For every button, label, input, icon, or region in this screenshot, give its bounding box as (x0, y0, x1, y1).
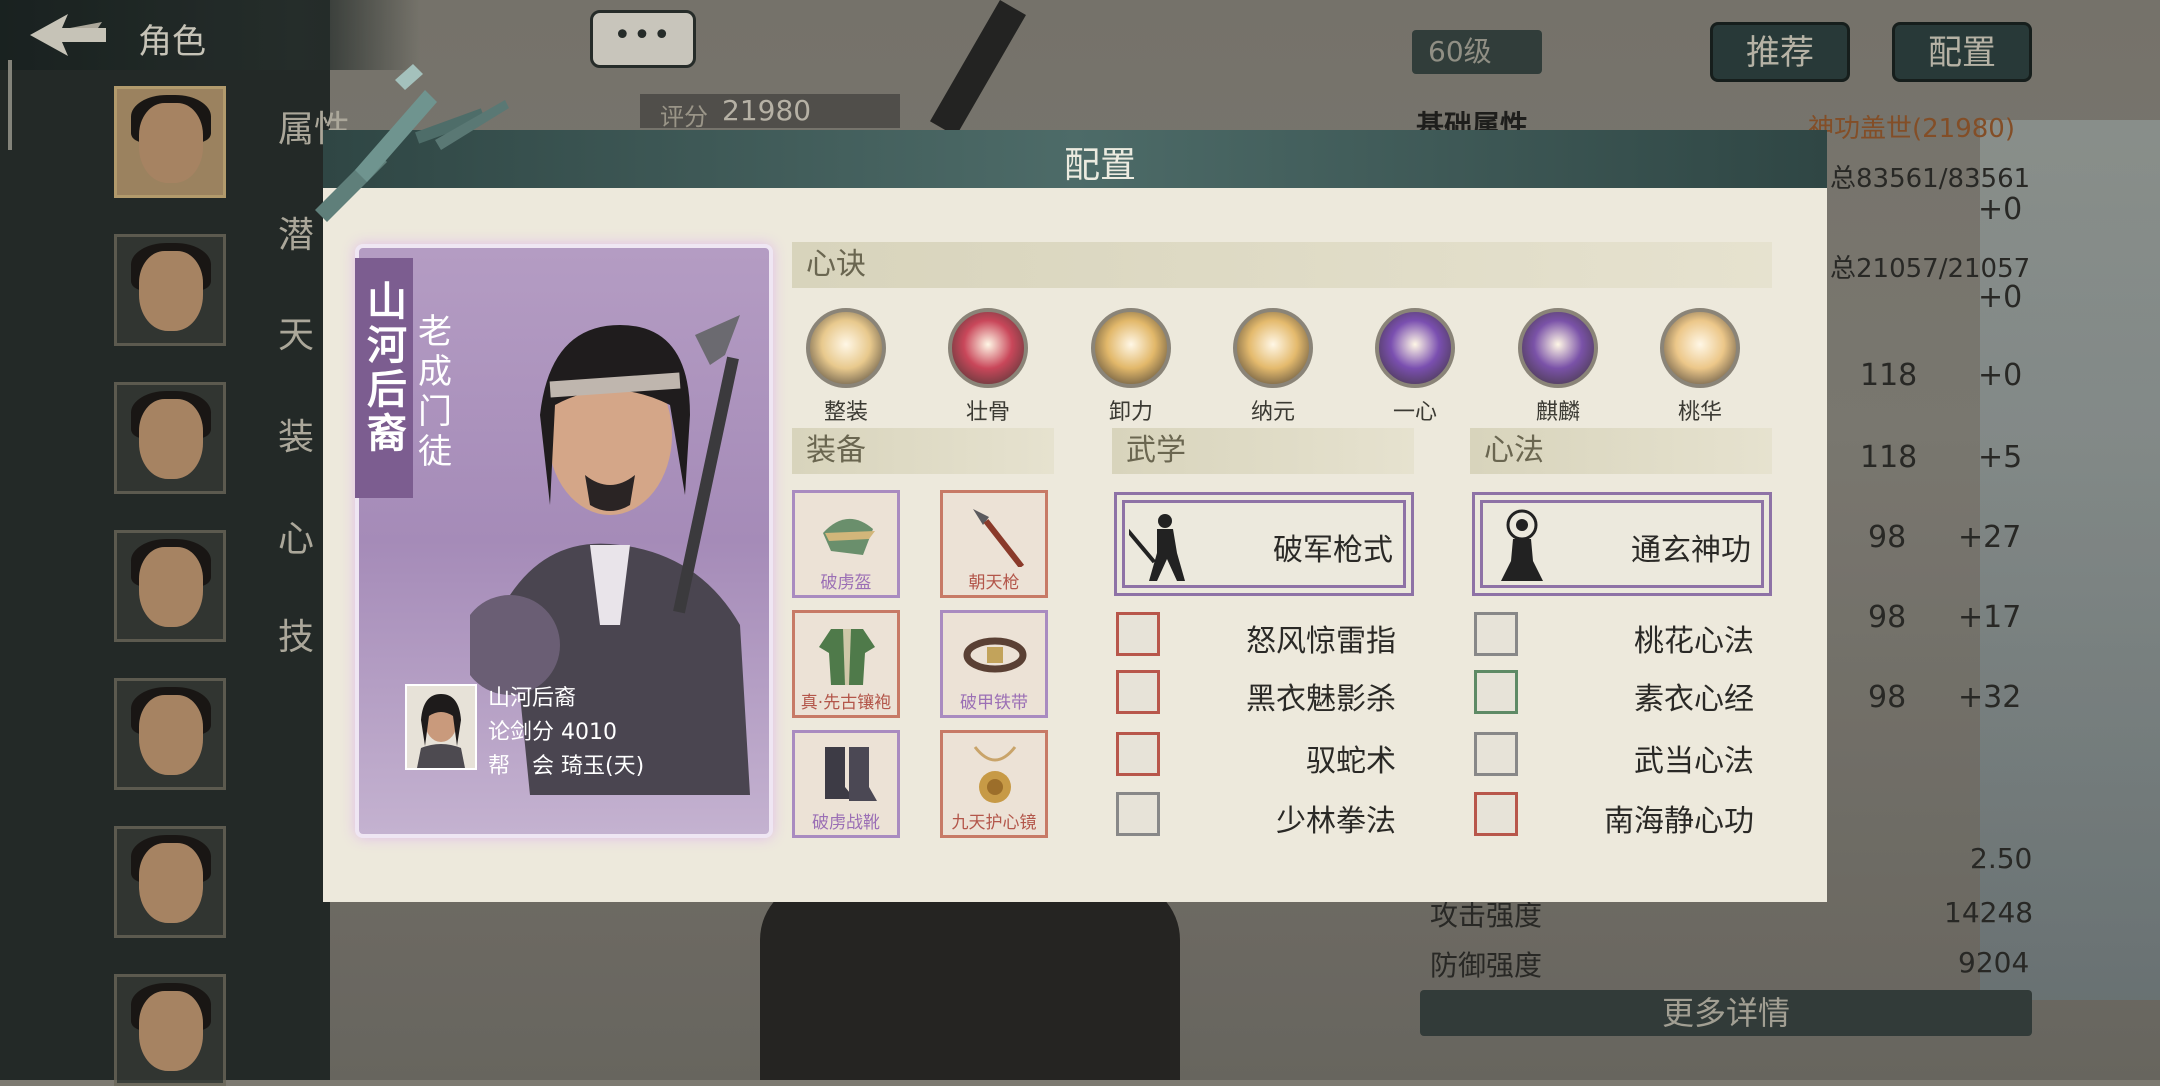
skill-name: 少林拳法 (1276, 804, 1396, 839)
equip-label: 真·先古镶袍 (800, 693, 892, 713)
skill-name: 桃花心法 (1634, 624, 1754, 659)
equip-label: 破虏战靴 (812, 813, 880, 833)
equip-label: 九天护心镜 (951, 813, 1037, 833)
xinfa-skill-row[interactable]: 素衣心经 (1474, 670, 1754, 718)
card-info-name: 山河后裔 (488, 686, 577, 711)
robe-icon (819, 629, 875, 685)
card-info-score: 论剑分 4010 (488, 720, 617, 745)
inner-art-icon (1474, 792, 1518, 836)
xinjue-orb-icon[interactable] (1660, 308, 1740, 388)
xinfa-section-title: 心法 (1470, 428, 1772, 474)
wuxue-skill-row[interactable]: 少林拳法 (1116, 792, 1396, 840)
wuxue-skill-row[interactable]: 驭蛇术 (1116, 732, 1396, 780)
helmet-icon (823, 518, 875, 555)
xinjue-orb-icon[interactable] (806, 308, 886, 388)
skill-name: 素衣心经 (1634, 682, 1754, 717)
wuxue-main-skill[interactable]: 破军枪式 (1114, 492, 1414, 596)
equip-slot-belt[interactable]: 破甲铁带 (940, 610, 1048, 718)
wuxue-section-title: 武学 (1112, 428, 1414, 474)
skill-name: 怒风惊雷指 (1246, 624, 1396, 659)
character-sect: 老成门徒 (418, 312, 452, 472)
skill-name: 驭蛇术 (1306, 744, 1396, 779)
xinjue-label: 一心 (1392, 400, 1437, 425)
card-info-guild: 帮 会 琦玉(天) (488, 754, 645, 779)
xinfa-main-name: 通玄神功 (1631, 533, 1751, 568)
boots-icon (825, 747, 877, 801)
meditation-icon (1501, 509, 1543, 581)
martial-skill-icon (1116, 612, 1160, 656)
xinjue-orb-icon[interactable] (1091, 308, 1171, 388)
xinjue-label: 整装 (823, 400, 868, 425)
xinjue-label: 壮骨 (965, 400, 1010, 425)
spear-icon (973, 509, 1025, 567)
equip-slot-amulet[interactable]: 九天护心镜 (940, 730, 1048, 838)
skill-name: 黑衣魅影杀 (1246, 682, 1396, 717)
modal-title: 配置 (1063, 145, 1136, 186)
amulet-icon (973, 746, 1017, 803)
martial-skill-icon (1116, 732, 1160, 776)
equip-slot-armor[interactable]: 真·先古镶袍 (792, 610, 900, 718)
equip-label: 破虏盔 (820, 573, 872, 593)
equipment-section-title: 装备 (792, 428, 1054, 474)
equip-slot-helmet[interactable]: 破虏盔 (792, 490, 900, 598)
xinjue-orb-icon[interactable] (1518, 308, 1598, 388)
wuxue-skill-row[interactable]: 怒风惊雷指 (1116, 612, 1396, 660)
inner-art-icon (1474, 670, 1518, 714)
skill-name: 武当心法 (1634, 744, 1754, 779)
character-name: 山河后裔 (367, 279, 407, 457)
equip-label: 破甲铁带 (960, 693, 1028, 713)
xinjue-orb-icon[interactable] (1233, 308, 1313, 388)
xinfa-skill-row[interactable]: 桃花心法 (1474, 612, 1754, 660)
xinjue-label: 纳元 (1250, 400, 1295, 425)
equip-slot-weapon[interactable]: 朝天枪 (940, 490, 1048, 598)
xinjue-orb-icon[interactable] (948, 308, 1028, 388)
skill-name: 南海静心功 (1604, 804, 1754, 839)
wuxue-skill-row[interactable]: 黑衣魅影杀 (1116, 670, 1396, 718)
xinfa-skill-row[interactable]: 南海静心功 (1474, 792, 1754, 840)
xinjue-label: 桃华 (1677, 400, 1722, 425)
spearman-icon (1129, 514, 1185, 581)
equip-label: 朝天枪 (968, 573, 1020, 593)
inner-art-icon (1474, 732, 1518, 776)
xinfa-main-skill[interactable]: 通玄神功 (1472, 492, 1772, 596)
equip-slot-boots[interactable]: 破虏战靴 (792, 730, 900, 838)
xinjue-label: 卸力 (1108, 400, 1153, 425)
belt-icon (963, 637, 1027, 673)
inner-art-icon (1474, 612, 1518, 656)
sword-ornament-icon (295, 60, 525, 240)
martial-skill-icon (1116, 670, 1160, 714)
mini-avatar (405, 684, 477, 770)
xinfa-skill-row[interactable]: 武当心法 (1474, 732, 1754, 780)
xinjue-orb-icon[interactable] (1375, 308, 1455, 388)
xinjue-section-title: 心诀 (792, 242, 1772, 288)
xinjue-label: 麒麟 (1535, 400, 1580, 425)
wuxue-main-name: 破军枪式 (1273, 533, 1393, 568)
martial-skill-icon (1116, 792, 1160, 836)
